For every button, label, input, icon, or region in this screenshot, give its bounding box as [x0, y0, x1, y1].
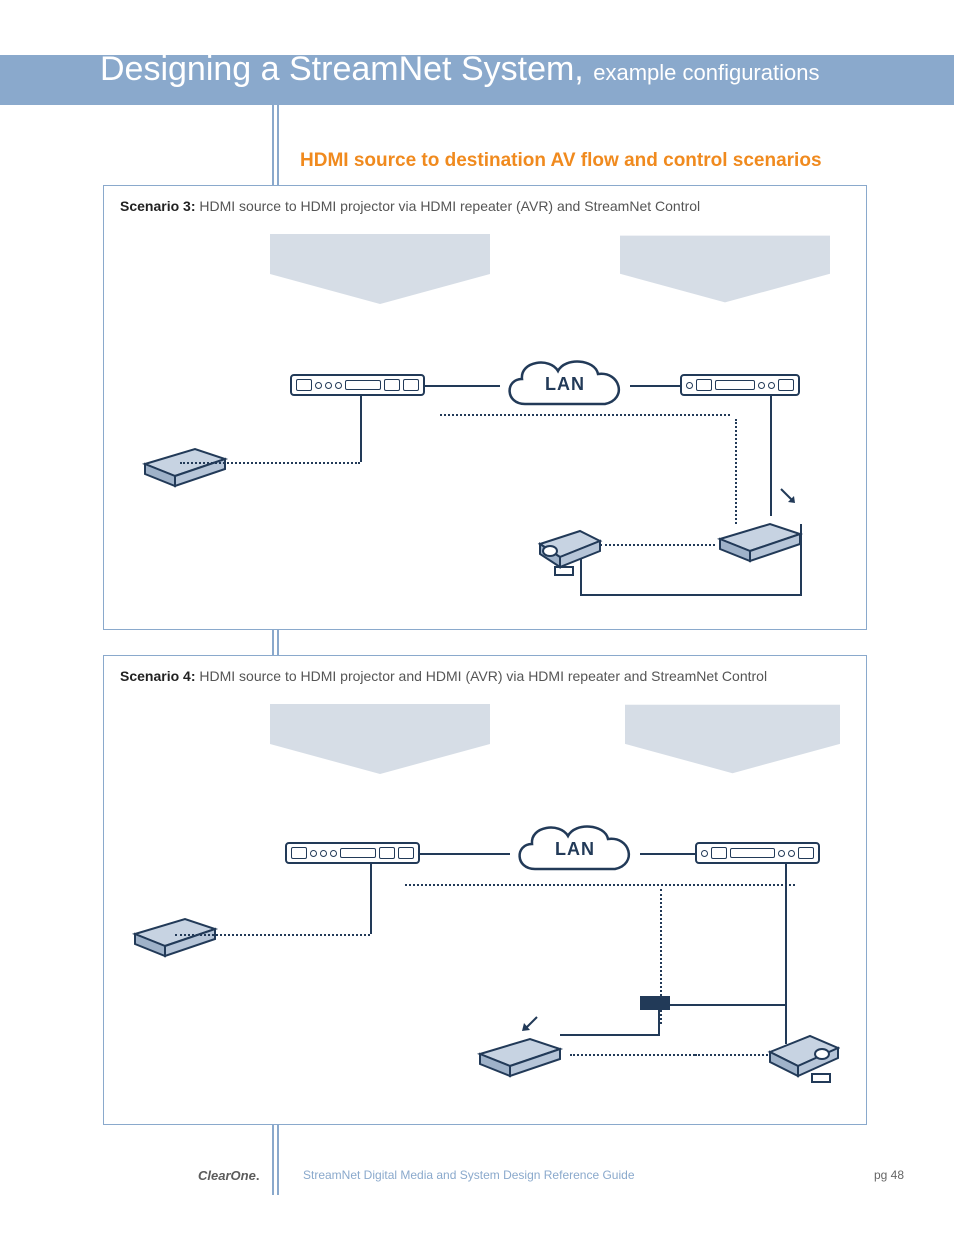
wire: [370, 864, 372, 934]
avr-device: [475, 1024, 565, 1079]
projector-device: [525, 519, 605, 579]
projector-device: [760, 1024, 840, 1084]
wire: [560, 1034, 660, 1036]
scenario-text: HDMI source to HDMI projector and HDMI (…: [199, 668, 767, 684]
flow-chevron-right: [620, 234, 830, 304]
diagram-4: LAN: [120, 694, 850, 1104]
encoder-device: [285, 842, 420, 864]
page-title-sub: example configurations: [593, 60, 819, 85]
wire: [660, 1004, 787, 1006]
wire: [580, 594, 802, 596]
decoder-device: [695, 842, 820, 864]
arrow-icon: [778, 486, 798, 506]
wire: [770, 396, 772, 516]
scenario-panel-4: Scenario 4: HDMI source to HDMI projecto…: [103, 655, 867, 1125]
wire: [800, 524, 802, 594]
wire: [420, 853, 510, 855]
diagram-3: LAN: [120, 224, 850, 609]
wire-dotted: [600, 544, 715, 546]
footer-doc-title: StreamNet Digital Media and System Desig…: [303, 1168, 635, 1182]
avr-device: [715, 509, 805, 564]
page-header-band: Designing a StreamNet System, example co…: [0, 55, 954, 105]
flow-chevron-left: [270, 704, 490, 774]
lan-cloud: LAN: [500, 349, 630, 419]
wire: [425, 385, 500, 387]
wire-dotted: [570, 1054, 695, 1056]
scenario-label: Scenario 4:: [120, 668, 195, 684]
page-title-main: Designing a StreamNet System,: [100, 50, 584, 88]
wire: [360, 396, 362, 462]
decoder-device: [680, 374, 800, 396]
encoder-device: [290, 374, 425, 396]
wire: [658, 1010, 660, 1034]
brand-name: ClearOne: [198, 1168, 256, 1183]
flow-chevron-left: [270, 234, 490, 304]
hdmi-repeater-node: [640, 996, 670, 1010]
wire-dotted: [440, 414, 730, 416]
lan-label: LAN: [500, 349, 630, 419]
lan-label: LAN: [510, 814, 640, 884]
hdmi-source-device: [130, 904, 220, 959]
section-title: HDMI source to destination AV flow and c…: [300, 150, 822, 172]
scenario-heading: Scenario 3: HDMI source to HDMI projecto…: [120, 198, 850, 214]
wire-dotted: [175, 934, 370, 936]
scenario-panel-3: Scenario 3: HDMI source to HDMI projecto…: [103, 185, 867, 630]
wire: [630, 385, 680, 387]
footer-page-number: pg 48: [874, 1168, 904, 1182]
scenario-label: Scenario 3:: [120, 198, 195, 214]
flow-chevron-right: [625, 704, 840, 774]
wire-dotted: [180, 462, 360, 464]
page-title: Designing a StreamNet System, example co…: [100, 50, 819, 89]
brand-logo: ClearOne.: [198, 1168, 259, 1183]
scenario-heading: Scenario 4: HDMI source to HDMI projecto…: [120, 668, 850, 684]
wire-dotted: [405, 884, 795, 886]
wire: [640, 853, 695, 855]
scenario-text: HDMI source to HDMI projector via HDMI r…: [199, 198, 700, 214]
page-footer: ClearOne. StreamNet Digital Media and Sy…: [103, 1160, 904, 1190]
wire: [785, 864, 787, 1004]
lan-cloud: LAN: [510, 814, 640, 884]
